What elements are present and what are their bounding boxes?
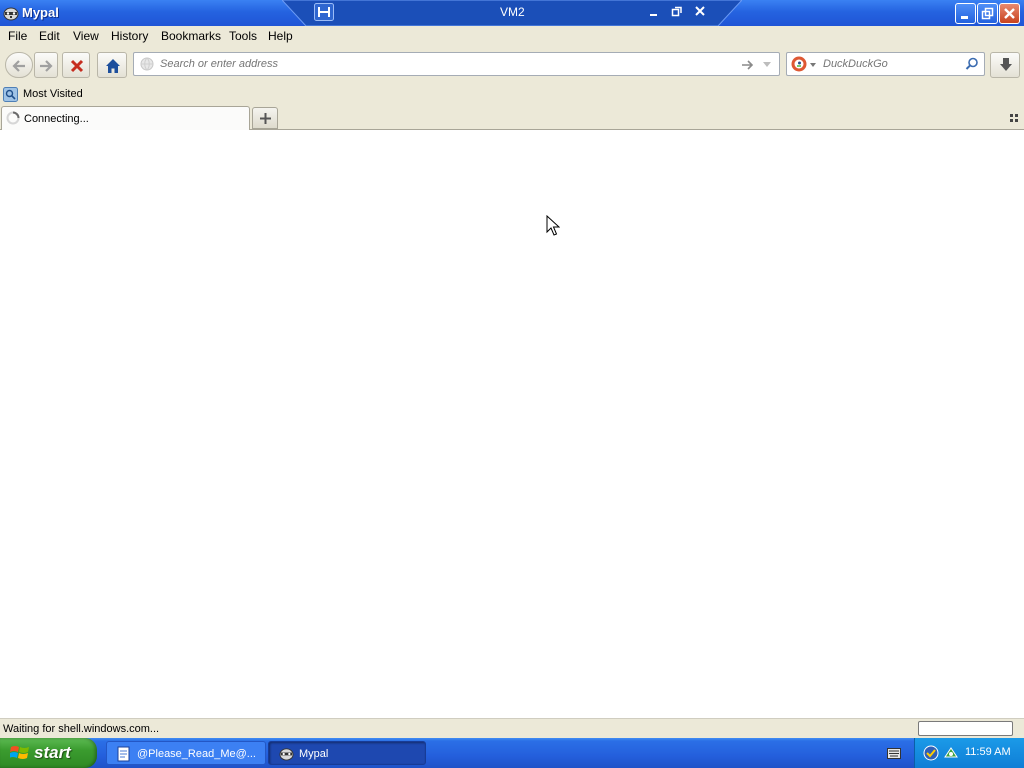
menu-help[interactable]: Help: [268, 29, 293, 43]
pin-icon[interactable]: [314, 3, 334, 21]
menu-bookmarks[interactable]: Bookmarks: [161, 29, 221, 43]
security-shield-icon[interactable]: [923, 745, 939, 761]
menu-edit[interactable]: Edit: [39, 29, 60, 43]
forward-arrow-icon: [40, 60, 53, 72]
menu-bar: File Edit View History Bookmarks Tools H…: [0, 26, 1024, 46]
vm-minimize-icon[interactable]: [648, 6, 660, 18]
search-icon[interactable]: [965, 57, 979, 71]
back-arrow-icon: [12, 60, 25, 72]
bookmarks-toolbar: Most Visited: [0, 84, 1024, 106]
tab-strip: Connecting...: [0, 106, 1024, 130]
forward-button[interactable]: [34, 52, 58, 78]
taskbar-item-label: @Please_Read_Me@...: [137, 748, 256, 760]
stop-button[interactable]: [62, 52, 90, 78]
downloads-button[interactable]: [990, 52, 1020, 78]
go-arrow-icon[interactable]: [741, 58, 755, 72]
menu-tools[interactable]: Tools: [229, 29, 257, 43]
clock: 11:59 AM: [965, 746, 1011, 758]
menu-history[interactable]: History: [111, 29, 148, 43]
most-visited-folder-icon: [3, 87, 18, 102]
navigation-toolbar: [0, 46, 1024, 84]
vm-restore-icon[interactable]: [671, 5, 683, 17]
home-button[interactable]: [97, 52, 127, 78]
status-bar: Waiting for shell.windows.com...: [0, 718, 1024, 738]
page-content[interactable]: [0, 130, 1024, 718]
taskbar-item-label: Mypal: [299, 748, 329, 760]
close-icon: [1004, 8, 1015, 19]
raccoon-icon: [279, 748, 294, 761]
engine-dropdown-icon[interactable]: [809, 61, 817, 69]
url-input[interactable]: [160, 53, 730, 75]
taskbar-item-readme[interactable]: @Please_Read_Me@...: [106, 741, 266, 765]
tab-list-icon[interactable]: [1009, 113, 1019, 123]
menu-file[interactable]: File: [8, 29, 27, 43]
back-button[interactable]: [5, 52, 33, 78]
close-button[interactable]: [999, 3, 1020, 24]
window-title: Mypal: [22, 5, 59, 20]
home-icon: [106, 59, 120, 73]
search-input[interactable]: [823, 53, 963, 75]
taskbar-item-mypal[interactable]: Mypal: [268, 741, 426, 765]
vm-title: VM2: [500, 5, 525, 19]
system-tray: 11:59 AM: [914, 738, 1024, 768]
bookmark-most-visited[interactable]: Most Visited: [3, 87, 93, 103]
plus-icon: [260, 113, 271, 124]
taskbar: start @Please_Read_Me@... Mypal 11:59 AM: [0, 738, 1024, 768]
new-tab-button[interactable]: [252, 107, 278, 129]
network-icon[interactable]: [943, 745, 959, 761]
start-button[interactable]: start: [0, 738, 97, 768]
tab-label: Connecting...: [24, 113, 89, 125]
dropdown-arrow-icon[interactable]: [762, 60, 772, 70]
globe-icon: [140, 57, 154, 71]
loading-spinner-icon: [6, 111, 20, 125]
duckduckgo-icon[interactable]: [791, 56, 807, 72]
raccoon-icon: [3, 7, 19, 21]
document-icon: [117, 746, 130, 762]
search-bar[interactable]: [786, 52, 985, 76]
start-label: start: [34, 743, 71, 762]
status-text: Waiting for shell.windows.com...: [3, 723, 160, 735]
keyboard-icon[interactable]: [887, 748, 901, 759]
menu-view[interactable]: View: [73, 29, 99, 43]
bookmark-label: Most Visited: [23, 88, 83, 100]
url-bar[interactable]: [133, 52, 780, 76]
tab-connecting[interactable]: Connecting...: [1, 106, 250, 130]
stop-x-icon: [70, 59, 84, 73]
title-bar[interactable]: Mypal VM2: [0, 0, 1024, 26]
minimize-button[interactable]: [955, 3, 976, 24]
mouse-cursor-icon: [546, 215, 560, 236]
windows-logo-icon: [10, 746, 29, 759]
restore-icon: [981, 7, 994, 20]
restore-button[interactable]: [977, 3, 998, 24]
minimize-icon: [961, 16, 968, 19]
progress-bar: [918, 721, 1013, 736]
download-arrow-icon: [1000, 58, 1012, 71]
vm-close-icon[interactable]: [694, 5, 706, 17]
